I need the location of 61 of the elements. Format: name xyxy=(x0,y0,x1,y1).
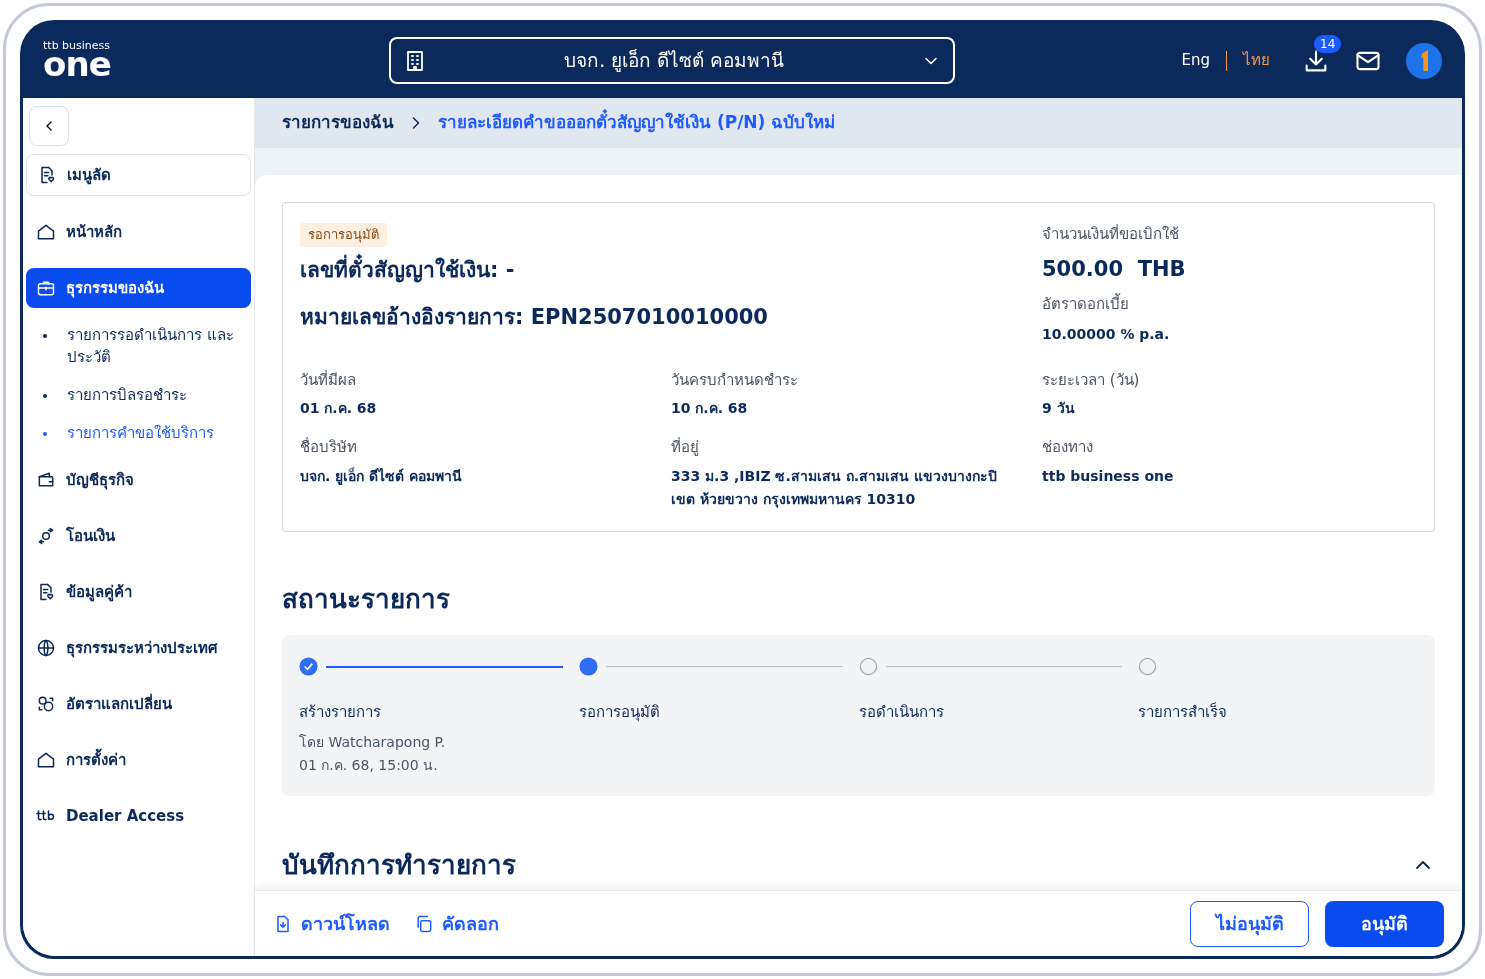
contract-number: เลขที่ตั๋วสัญญาใช้เงิน: - xyxy=(300,254,515,286)
breadcrumb-link[interactable]: รายการของฉัน xyxy=(282,110,394,136)
home-icon xyxy=(36,750,56,770)
field-label: วันครบกำหนดชำระ xyxy=(671,369,799,391)
notification-badge: 14 xyxy=(1314,34,1342,53)
company-dropdown[interactable]: บจก. ยูเอ็ก ดีไซต์ คอมพานี xyxy=(389,37,956,84)
coin-exchange-icon xyxy=(36,694,56,714)
reference-number: หมายเลขอ้างอิงรายการ: EPN2507010010000 xyxy=(300,304,768,331)
language-option[interactable]: ไทย xyxy=(1243,49,1270,72)
home-icon xyxy=(36,222,56,242)
submenu-item[interactable]: รายการบิลรอชำระ xyxy=(26,376,251,414)
copy-button[interactable]: คัดลอก xyxy=(414,910,499,937)
field-label: จำนวนเงินที่ขอเบิกใช้ xyxy=(1042,223,1179,245)
sidebar-item[interactable]: ข้อมูลคู่ค้า xyxy=(26,572,251,612)
sidebar-item[interactable]: ธุรกรรมระหว่างประเทศ xyxy=(26,628,251,668)
step-detail: 01 ก.ค. 68, 15:00 น. xyxy=(299,756,439,775)
avatar[interactable] xyxy=(1406,42,1442,79)
step-label: รอดำเนินการ xyxy=(858,701,945,723)
download-button[interactable]: ดาวน์โหลด xyxy=(273,910,390,937)
field-label: วันที่มีผล xyxy=(300,369,357,391)
shortcut-menu-button[interactable]: เมนูลัด xyxy=(26,154,251,196)
ttb-logo-icon xyxy=(36,810,56,822)
step-label: สร้างรายการ xyxy=(299,701,382,723)
step-detail: โดย Watcharapong P. xyxy=(299,733,447,752)
field-label: อัตราดอกเบี้ย xyxy=(1042,293,1129,315)
globe-icon xyxy=(36,638,56,658)
field-label: ชื่อบริษัท xyxy=(300,436,358,458)
field-label: ระยะเวลา (วัน) xyxy=(1042,369,1141,391)
step-label: รอการอนุมัติ xyxy=(578,701,661,723)
status-badge: รอการอนุมัติ xyxy=(300,223,387,247)
sidebar-item[interactable]: Dealer Access xyxy=(26,796,251,836)
approve-button[interactable]: อนุมัติ xyxy=(1325,900,1444,947)
field-value: 10 ก.ค. 68 xyxy=(671,399,749,418)
field-label: ช่องทาง xyxy=(1042,437,1094,458)
field-value: 01 ก.ค. 68 xyxy=(300,399,378,418)
submenu-item[interactable]: รายการคำขอใช้บริการ xyxy=(26,414,251,452)
sidebar-item[interactable]: โอนเงิน xyxy=(26,516,251,556)
copy-icon xyxy=(414,913,434,934)
amount-value: 500.00 THB xyxy=(1042,255,1186,283)
field-value: ttb business one xyxy=(1042,466,1175,486)
section-title: บันทึกการทำรายการ xyxy=(282,848,516,882)
sidebar-item[interactable]: การตั้งค่า xyxy=(26,740,251,780)
submenu-item[interactable]: รายการรอดำเนินการ และประวัติ xyxy=(26,316,251,376)
breadcrumb-link[interactable]: รายละเอียดคำขอออกตั๋วสัญญาใช้เงิน (P/N) ฉบับใหม่ xyxy=(438,110,836,136)
section-title: สถานะรายการ xyxy=(282,582,451,616)
language-option[interactable]: Eng xyxy=(1181,49,1210,72)
field-label: ที่อยู่ xyxy=(671,436,700,458)
coin-arrows-icon xyxy=(36,526,56,546)
field-value: 333 ม.3 ,IBIZ ซ.สามเสน ถ.สามเสน แขวงบางกะปิ เขต ห้วยขวาง กรุงเทพมหานคร 10310 xyxy=(671,466,998,510)
field-value: 10.00000 % p.a. xyxy=(1042,324,1170,344)
wallet-icon xyxy=(36,470,56,490)
one-mark-icon xyxy=(1420,50,1428,71)
sidebar-item[interactable]: อัตราแลกเปลี่ยน xyxy=(26,684,251,724)
sidebar-item[interactable]: ธุรกรรมของฉัน xyxy=(26,268,251,308)
reject-button[interactable]: ไม่อนุมัติ xyxy=(1190,900,1309,947)
briefcase-icon xyxy=(36,278,56,298)
sidebar-item[interactable]: บัญชีธุรกิจ xyxy=(26,460,251,500)
field-value: 9 วัน xyxy=(1042,399,1076,418)
sidebar-item[interactable]: หน้าหลัก xyxy=(26,212,251,252)
step-label: รายการสำเร็จ xyxy=(1138,701,1229,723)
field-value: บจก. ยูเอ็ก ดีไซต์ คอมพานี xyxy=(300,466,463,487)
